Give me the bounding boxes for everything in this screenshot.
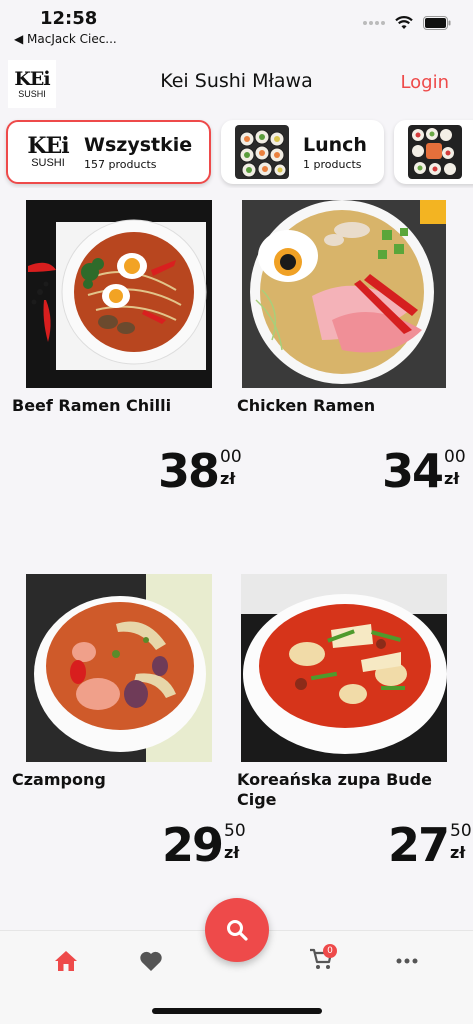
product-name: Koreańska zupa Bude Cige xyxy=(237,770,432,809)
category-thumb-sushi-set xyxy=(408,125,462,179)
product-image-czampong[interactable] xyxy=(26,574,212,762)
price-decimal: 00 xyxy=(220,447,242,467)
more-icon xyxy=(396,958,418,964)
product-price: 27 50 zł xyxy=(388,822,472,868)
product-name: Beef Ramen Chilli xyxy=(12,396,172,415)
category-thumb-sushi-rolls xyxy=(235,125,289,179)
tab-favorites[interactable] xyxy=(136,949,166,973)
category-count: 157 products xyxy=(84,157,157,171)
category-card-3[interactable] xyxy=(394,120,473,184)
category-name: Lunch xyxy=(303,133,367,156)
tab-more[interactable] xyxy=(392,949,422,973)
search-button[interactable] xyxy=(205,898,269,962)
battery-icon xyxy=(423,16,451,30)
price-decimal: 00 xyxy=(444,447,466,467)
price-decimal: 50 xyxy=(224,821,246,841)
signal-icon xyxy=(363,21,385,25)
back-to-app-link[interactable]: ◀ MacJack Ciec... xyxy=(14,32,117,46)
product-image-beef-ramen[interactable] xyxy=(26,200,212,388)
product-image-bude-cige[interactable] xyxy=(241,574,447,762)
price-currency: zł xyxy=(220,469,236,488)
category-logo-sushi: SUSHI xyxy=(31,157,65,169)
home-indicator[interactable] xyxy=(152,1008,322,1014)
product-price: 38 00 zł xyxy=(158,448,242,494)
price-currency: zł xyxy=(224,843,240,862)
category-logo-thumb: KEi SUSHI xyxy=(26,125,70,179)
product-name: Chicken Ramen xyxy=(237,396,376,415)
category-logo-kei: KEi xyxy=(27,133,69,159)
category-card-lunch[interactable]: Lunch 1 products xyxy=(221,120,384,184)
category-count: 1 products xyxy=(303,157,362,171)
category-name: Wszystkie xyxy=(84,133,193,156)
price-integer: 29 xyxy=(162,818,224,872)
status-bar: 12:58 ◀ MacJack Ciec... xyxy=(0,0,473,52)
product-image-chicken-ramen[interactable] xyxy=(242,200,446,388)
category-scroller[interactable]: KEi SUSHI Wszystkie 157 products Lunch 1… xyxy=(0,118,473,188)
tab-home[interactable] xyxy=(51,949,81,973)
login-button[interactable]: Login xyxy=(400,72,449,93)
price-decimal: 50 xyxy=(450,821,472,841)
status-time: 12:58 xyxy=(40,8,98,29)
app-header: KEi SUSHI Kei Sushi Mława Login xyxy=(0,52,473,114)
wifi-icon xyxy=(395,16,413,29)
search-icon xyxy=(227,920,248,941)
heart-icon xyxy=(140,951,162,971)
price-integer: 27 xyxy=(388,818,450,872)
product-price: 29 50 zł xyxy=(162,822,246,868)
cart-badge: 0 xyxy=(323,943,337,958)
tab-cart[interactable]: 0 xyxy=(306,943,337,975)
price-integer: 38 xyxy=(158,444,220,498)
home-icon xyxy=(55,951,77,971)
price-currency: zł xyxy=(444,469,460,488)
product-name: Czampong xyxy=(12,770,106,789)
category-card-wszystkie[interactable]: KEi SUSHI Wszystkie 157 products xyxy=(6,120,211,184)
cart-icon-wrap: 0 xyxy=(309,943,337,975)
price-integer: 34 xyxy=(382,444,444,498)
status-indicators xyxy=(363,16,451,30)
price-currency: zł xyxy=(450,843,466,862)
product-price: 34 00 zł xyxy=(382,448,466,494)
